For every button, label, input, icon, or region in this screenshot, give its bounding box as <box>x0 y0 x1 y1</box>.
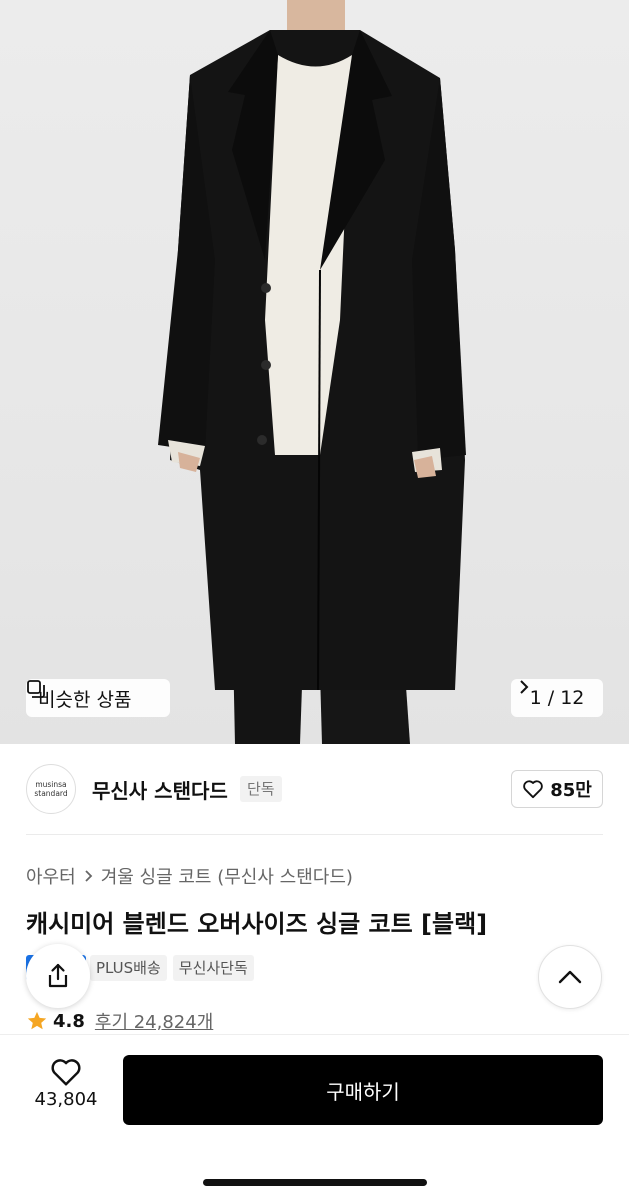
product-title: 캐시미어 블렌드 오버사이즈 싱글 코트 [블랙] <box>26 910 488 938</box>
tag-exclusive: 무신사단독 <box>172 955 254 981</box>
chevron-up-icon <box>558 970 582 984</box>
similar-products-icon <box>27 680 45 698</box>
brand-logo[interactable]: musinsa standard <box>26 764 76 814</box>
similar-products-label: 비슷한 상품 <box>38 688 132 711</box>
tag-plus-delivery: PLUS배송 <box>90 955 167 981</box>
breadcrumb: 아우터 겨울 싱글 코트 (무신사 스탠다드) <box>26 863 353 889</box>
breadcrumb-category[interactable]: 아우터 <box>26 863 76 889</box>
heart-icon <box>51 1059 81 1086</box>
brand-logo-line2: standard <box>34 789 68 798</box>
buy-button[interactable]: 구매하기 <box>123 1055 603 1125</box>
brand-row: musinsa standard 무신사 스탠다드 단독 85만 <box>0 744 629 834</box>
exclusive-badge: 단독 <box>240 776 282 802</box>
product-tags: PLUS배송 무신사단독 <box>90 955 254 981</box>
star-icon <box>27 1011 47 1030</box>
similar-products-button[interactable]: 비슷한 상품 <box>26 679 170 717</box>
bottom-action-bar: 43,804 구매하기 <box>0 1034 629 1201</box>
breadcrumb-subcategory[interactable]: 겨울 싱글 코트 (무신사 스탠다드) <box>101 863 353 889</box>
product-image[interactable]: 비슷한 상품 1 / 12 <box>0 0 629 744</box>
brand-logo-line1: musinsa <box>35 780 67 789</box>
brand-name[interactable]: 무신사 스탠다드 <box>92 775 228 804</box>
chevron-right-icon <box>85 870 92 882</box>
brand-favorite-count: 85만 <box>550 780 592 801</box>
scroll-top-button[interactable] <box>538 945 602 1009</box>
image-counter: 1 / 12 <box>529 687 585 709</box>
home-indicator <box>203 1179 427 1186</box>
like-count: 43,804 <box>34 1089 98 1110</box>
like-button[interactable]: 43,804 <box>22 1057 110 1110</box>
heart-icon <box>523 780 543 799</box>
model-photo <box>158 0 466 744</box>
chevron-right-icon <box>520 680 529 694</box>
rating-row: 4.8 후기 24,824개 <box>26 1008 213 1034</box>
divider <box>26 834 603 835</box>
review-link[interactable]: 후기 24,824개 <box>95 1008 213 1034</box>
image-counter-button[interactable]: 1 / 12 <box>511 679 603 717</box>
brand-favorite-button[interactable]: 85만 <box>511 770 603 808</box>
rating-score: 4.8 <box>53 1010 85 1032</box>
share-icon <box>48 963 68 988</box>
share-button[interactable] <box>26 944 90 1008</box>
